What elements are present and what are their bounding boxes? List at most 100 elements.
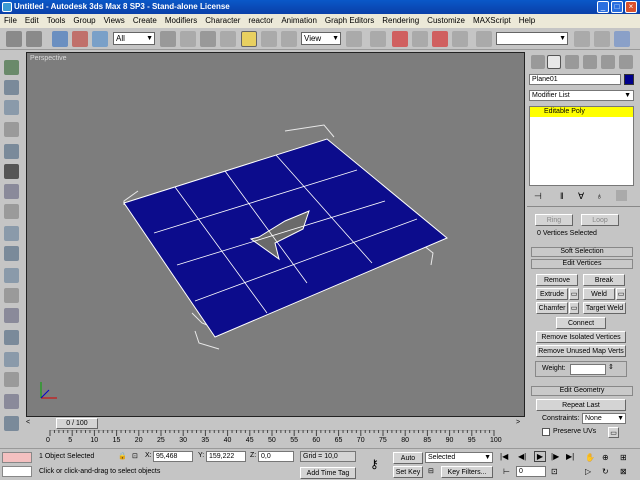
ring-button[interactable]: Ring	[535, 214, 573, 226]
named-selection-sets-dropdown[interactable]: ▼	[496, 32, 568, 45]
weight-input[interactable]	[570, 364, 606, 375]
pivot-center-icon[interactable]	[346, 31, 362, 47]
modify-tab-icon[interactable]	[547, 55, 561, 69]
extrude-button[interactable]: Extrude	[536, 288, 568, 300]
menu-help[interactable]: Help	[519, 14, 535, 28]
track-bar[interactable]: 0 5 10 15 20 25 30 35 40 45 50 55 60 65 70 75 80 85 90 95 10…	[24, 430, 527, 448]
tab-icon-9[interactable]	[4, 226, 19, 241]
z-coordinate[interactable]: 0,0	[258, 451, 294, 462]
field-of-view-icon[interactable]: ▷	[585, 467, 591, 476]
mirror-icon[interactable]	[574, 31, 590, 47]
select-manipulate-icon[interactable]	[370, 31, 386, 47]
selection-filter-dropdown[interactable]: All ▼	[113, 32, 155, 45]
tab-icon-4[interactable]	[4, 122, 19, 137]
preserve-uvs-checkbox[interactable]	[542, 428, 550, 436]
named-selection-icon[interactable]	[476, 31, 492, 47]
menu-edit[interactable]: Edit	[25, 14, 39, 28]
break-button[interactable]: Break	[583, 274, 625, 286]
menu-views[interactable]: Views	[104, 14, 125, 28]
perspective-viewport[interactable]: Perspective	[26, 52, 525, 417]
next-frame-icon[interactable]: |▶	[551, 452, 559, 461]
edit-geometry-rollout[interactable]: Edit Geometry	[531, 386, 633, 396]
tab-icon-12[interactable]	[4, 288, 19, 303]
menu-graph-editors[interactable]: Graph Editors	[325, 14, 374, 28]
weld-settings-icon[interactable]: ▭	[616, 288, 626, 300]
menu-file[interactable]: File	[4, 14, 17, 28]
modifier-list-dropdown[interactable]: Modifier List ▼	[529, 90, 634, 101]
tab-icon-6[interactable]	[4, 164, 19, 179]
weight-spinner-icon[interactable]: ⇕	[608, 363, 614, 371]
pan-icon[interactable]: ✋	[585, 453, 595, 462]
add-time-tag-button[interactable]: Add Time Tag	[300, 467, 356, 479]
pin-stack-icon[interactable]: ⊣	[534, 191, 542, 202]
zoom-extents-icon[interactable]: ⊞	[620, 453, 627, 462]
spinner-snap-icon[interactable]	[452, 31, 468, 47]
loop-button[interactable]: Loop	[581, 214, 619, 226]
minimize-icon[interactable]: _	[597, 1, 609, 13]
modifier-stack[interactable]: Editable Poly	[529, 106, 634, 186]
select-object-icon[interactable]	[160, 31, 176, 47]
tab-icon-11[interactable]	[4, 268, 19, 283]
move-icon[interactable]	[241, 31, 257, 47]
tab-icon-18[interactable]	[4, 416, 19, 431]
key-icon[interactable]: ⚷	[370, 457, 379, 471]
percent-snap-icon[interactable]	[432, 31, 448, 47]
menu-customize[interactable]: Customize	[427, 14, 465, 28]
arc-rotate-icon[interactable]: ↻	[602, 467, 609, 476]
maximize-icon[interactable]: □	[611, 1, 623, 13]
y-coordinate[interactable]: 159,222	[206, 451, 246, 462]
go-to-end-icon[interactable]: ▶|	[566, 452, 574, 461]
object-color-swatch[interactable]	[624, 74, 634, 85]
select-link-icon[interactable]	[52, 31, 68, 47]
tab-icon-2[interactable]	[4, 80, 19, 95]
time-slider-prev-icon[interactable]: <	[26, 419, 30, 426]
set-key-button[interactable]: Set Key	[393, 466, 423, 478]
tab-icon-14[interactable]	[4, 330, 19, 345]
reference-coordinate-dropdown[interactable]: View ▼	[301, 32, 341, 45]
time-slider[interactable]: 0 / 100	[56, 418, 98, 429]
unlink-icon[interactable]	[72, 31, 88, 47]
key-mode-dropdown[interactable]: Selected ▼	[425, 452, 493, 463]
weld-button[interactable]: Weld	[583, 288, 615, 300]
target-weld-button[interactable]: Target Weld	[583, 302, 626, 314]
scale-icon[interactable]	[281, 31, 297, 47]
editable-poly-mesh[interactable]	[123, 138, 448, 338]
layer-manager-icon[interactable]	[614, 31, 630, 47]
remove-unused-map-verts-button[interactable]: Remove Unused Map Verts	[536, 345, 626, 357]
menu-animation[interactable]: Animation	[281, 14, 317, 28]
remove-button[interactable]: Remove	[536, 274, 578, 286]
hierarchy-tab-icon[interactable]	[565, 55, 579, 69]
play-icon[interactable]: ▶	[534, 451, 546, 462]
preserve-uvs-settings-icon[interactable]: ▭	[608, 427, 619, 438]
object-name-field[interactable]: Plane01	[529, 74, 621, 85]
maxscript-listener-mini[interactable]	[2, 452, 32, 463]
window-crossing-icon[interactable]	[220, 31, 236, 47]
select-by-name-icon[interactable]	[180, 31, 196, 47]
menu-reactor[interactable]: reactor	[248, 14, 273, 28]
create-tab-icon[interactable]	[531, 55, 545, 69]
lock-selection-icon[interactable]: 🔒	[118, 452, 127, 460]
maximize-viewport-icon[interactable]: ⊠	[620, 467, 627, 476]
current-frame-field[interactable]: 0	[516, 466, 546, 477]
remove-isolated-vertices-button[interactable]: Remove Isolated Vertices	[536, 331, 626, 343]
align-icon[interactable]	[594, 31, 610, 47]
utilities-tab-icon[interactable]	[619, 55, 633, 69]
chamfer-settings-icon[interactable]: ▭	[569, 302, 579, 314]
menu-modifiers[interactable]: Modifiers	[165, 14, 197, 28]
repeat-last-button[interactable]: Repeat Last	[536, 399, 626, 411]
x-coordinate[interactable]: 95,468	[153, 451, 193, 462]
tab-icon-1[interactable]	[4, 60, 19, 75]
tab-icon-15[interactable]	[4, 352, 19, 367]
chamfer-button[interactable]: Chamfer	[536, 302, 568, 314]
go-to-start-icon[interactable]: |◀	[500, 452, 508, 461]
key-tangent-icon[interactable]: ⊟	[428, 467, 434, 475]
menu-create[interactable]: Create	[133, 14, 157, 28]
tab-icon-3[interactable]	[4, 100, 19, 115]
edit-vertices-rollout[interactable]: Edit Vertices	[531, 259, 633, 269]
connect-button[interactable]: Connect	[556, 317, 606, 329]
tab-icon-7[interactable]	[4, 184, 19, 199]
key-mode-toggle-icon[interactable]: ⊢	[503, 467, 510, 476]
menu-group[interactable]: Group	[73, 14, 95, 28]
tab-icon-16[interactable]	[4, 372, 19, 387]
configure-modifier-sets-icon[interactable]	[616, 190, 627, 201]
